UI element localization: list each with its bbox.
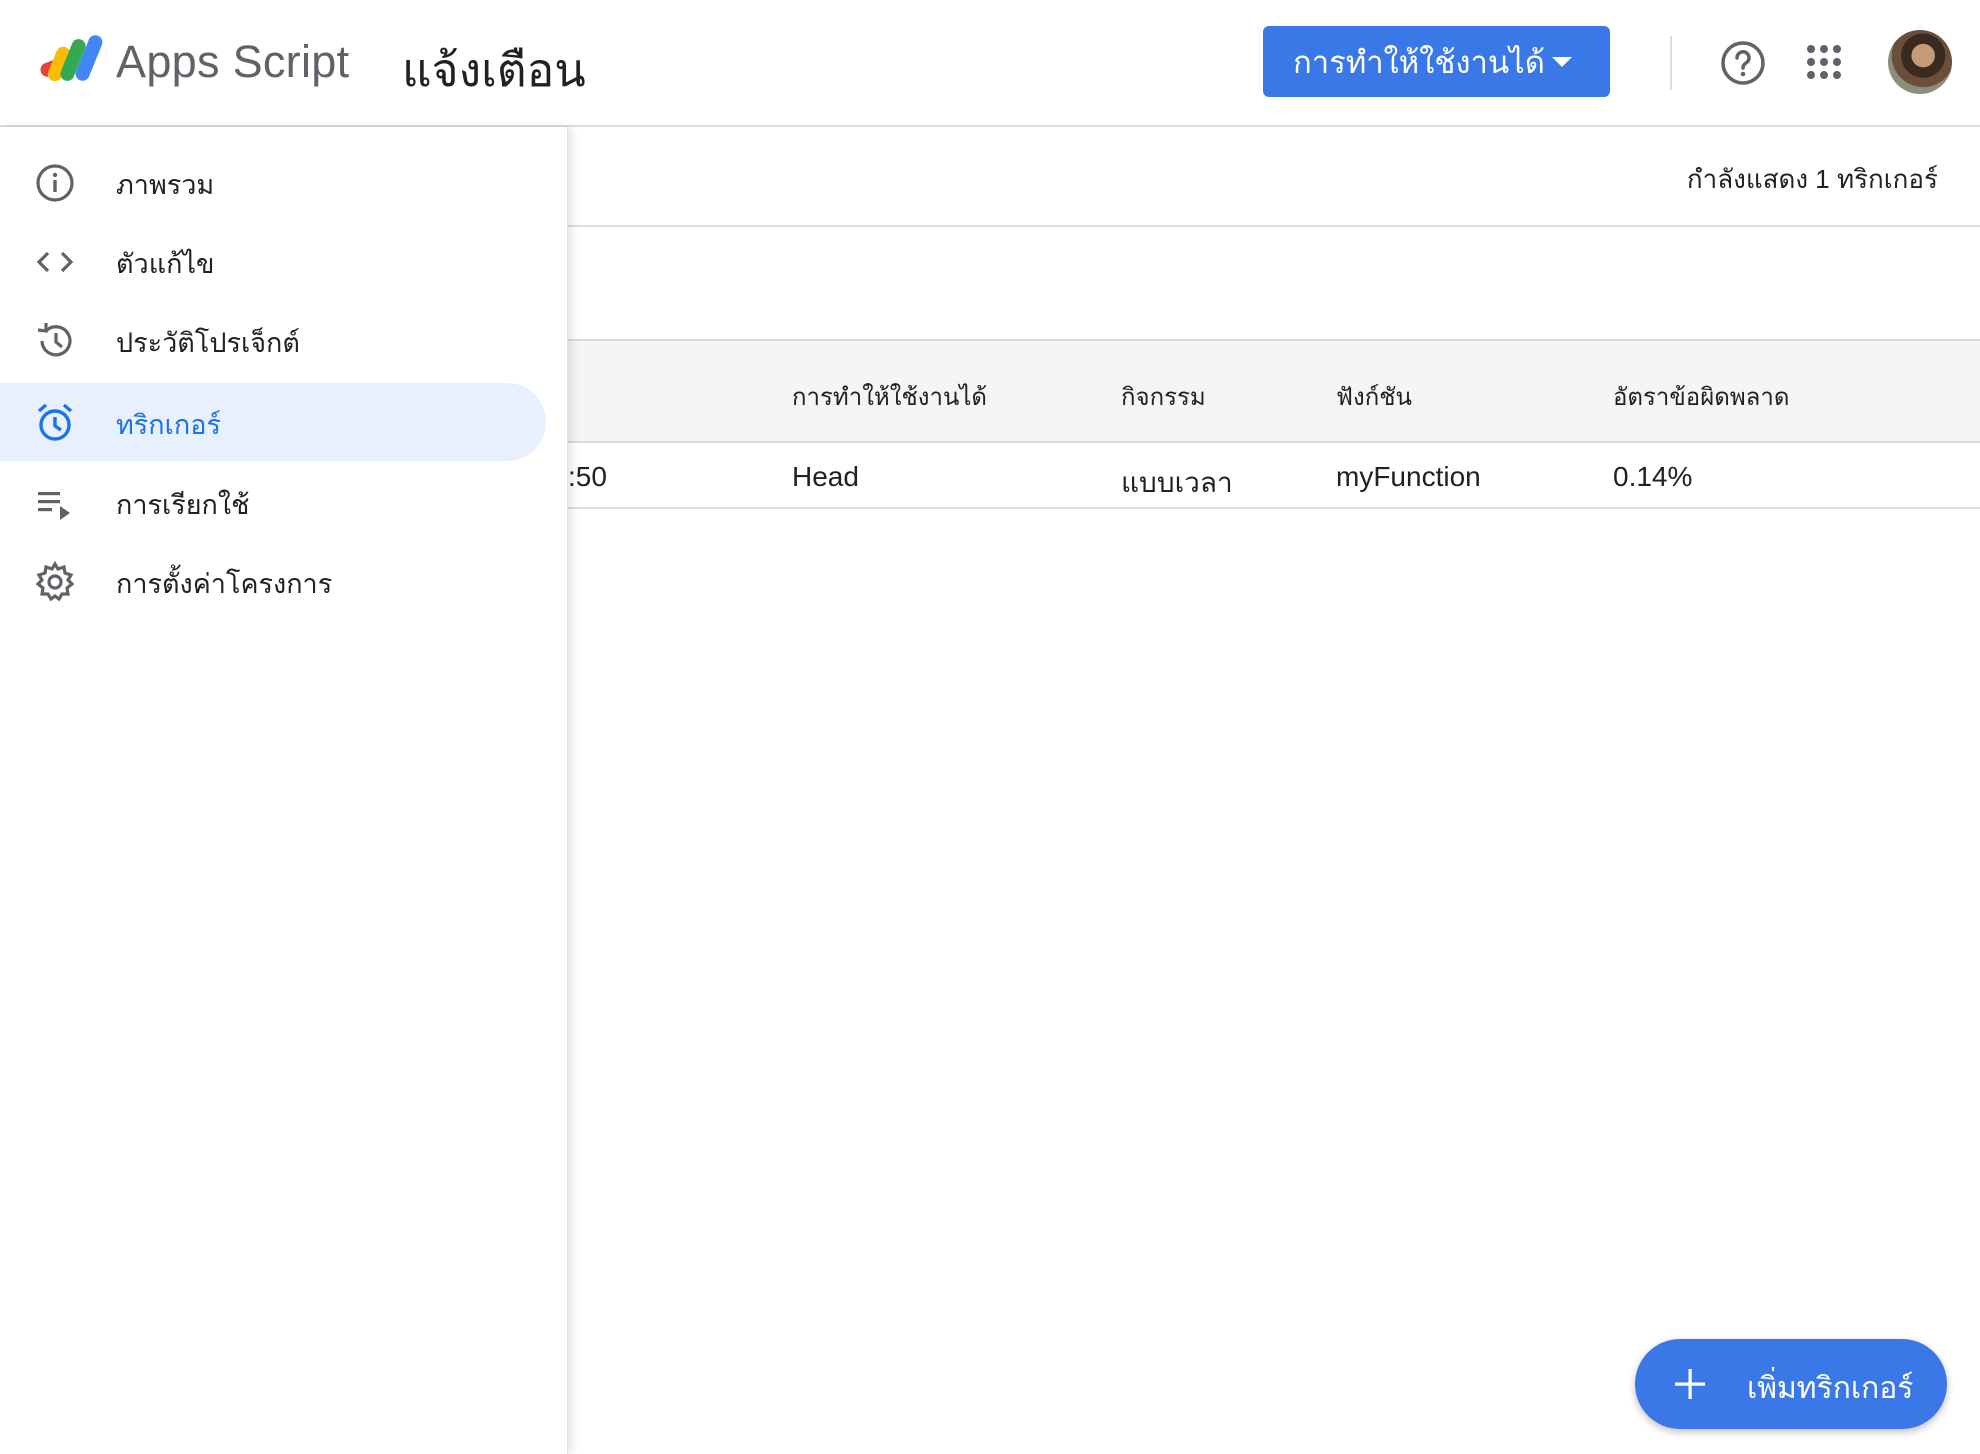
apps-script-logo-icon[interactable]	[38, 30, 106, 90]
table-row[interactable]: :50 Head แบบเวลา myFunction 0.14%	[568, 443, 1980, 509]
gear-icon	[35, 561, 75, 602]
add-trigger-button[interactable]: เพิ่มทริกเกอร์	[1635, 1339, 1947, 1429]
sidebar-item-label: ภาพรวม	[116, 170, 215, 200]
cell-event: แบบเวลา	[1121, 467, 1233, 498]
sidebar-item-label: ตัวแก้ไข	[116, 249, 215, 279]
sidebar-item-label: การตั้งค่าโครงการ	[116, 569, 333, 599]
column-header-function[interactable]: ฟังก์ชัน	[1336, 377, 1412, 416]
table-header: การทำให้ใช้งานได้ กิจกรรม ฟังก์ชัน อัตรา…	[568, 339, 1980, 443]
help-icon[interactable]	[1720, 40, 1766, 86]
deploy-button-label: การทำให้ใช้งานได้	[1293, 44, 1545, 80]
code-icon	[36, 251, 74, 273]
divider	[1670, 36, 1672, 90]
sidebar-item-project-settings[interactable]: การตั้งค่าโครงการ	[0, 542, 546, 620]
cell-deployment: Head	[792, 461, 859, 492]
sidebar-item-editor[interactable]: ตัวแก้ไข	[0, 222, 546, 300]
plus-icon	[1675, 1369, 1705, 1399]
app-name[interactable]: Apps Script	[116, 36, 349, 88]
avatar[interactable]	[1888, 30, 1952, 94]
chevron-down-icon	[1552, 57, 1572, 67]
sidebar: ภาพรวม ตัวแก้ไข ประวัติโปรเจ็กต์ ทริกเกอ…	[0, 127, 568, 1454]
main-content: กำลังแสดง 1 ทริกเกอร์ การทำให้ใช้งานได้ …	[568, 127, 1980, 1454]
column-header-event[interactable]: กิจกรรม	[1121, 377, 1206, 416]
cell-error-rate: 0.14%	[1613, 461, 1693, 492]
sidebar-item-project-history[interactable]: ประวัติโปรเจ็กต์	[0, 301, 546, 379]
sidebar-item-triggers[interactable]: ทริกเกอร์	[0, 383, 546, 461]
sidebar-item-label: การเรียกใช้	[116, 490, 250, 520]
project-title[interactable]: แจ้งเตือน	[402, 34, 586, 107]
cell-last-run: :50	[568, 461, 607, 492]
apps-grid-icon[interactable]	[1806, 44, 1842, 80]
deploy-button[interactable]: การทำให้ใช้งานได้	[1263, 26, 1610, 97]
cell-function: myFunction	[1336, 461, 1481, 492]
top-app-bar: Apps Script แจ้งเตือน การทำให้ใช้งานได้	[0, 0, 1980, 127]
column-header-deployment[interactable]: การทำให้ใช้งานได้	[792, 377, 987, 416]
sidebar-item-executions[interactable]: การเรียกใช้	[0, 463, 546, 541]
alarm-icon	[37, 403, 73, 441]
trigger-count-text: กำลังแสดง 1 ทริกเกอร์	[1686, 164, 1938, 194]
column-header-error-rate[interactable]: อัตราข้อผิดพลาด	[1613, 377, 1789, 416]
history-icon	[37, 323, 72, 357]
sidebar-item-overview[interactable]: ภาพรวม	[0, 143, 546, 221]
info-icon	[36, 164, 74, 202]
sidebar-item-label: ทริกเกอร์	[116, 410, 221, 440]
divider	[568, 225, 1980, 227]
add-trigger-label: เพิ่มทริกเกอร์	[1747, 1372, 1914, 1405]
executions-icon	[38, 492, 70, 520]
sidebar-item-label: ประวัติโปรเจ็กต์	[116, 328, 300, 358]
